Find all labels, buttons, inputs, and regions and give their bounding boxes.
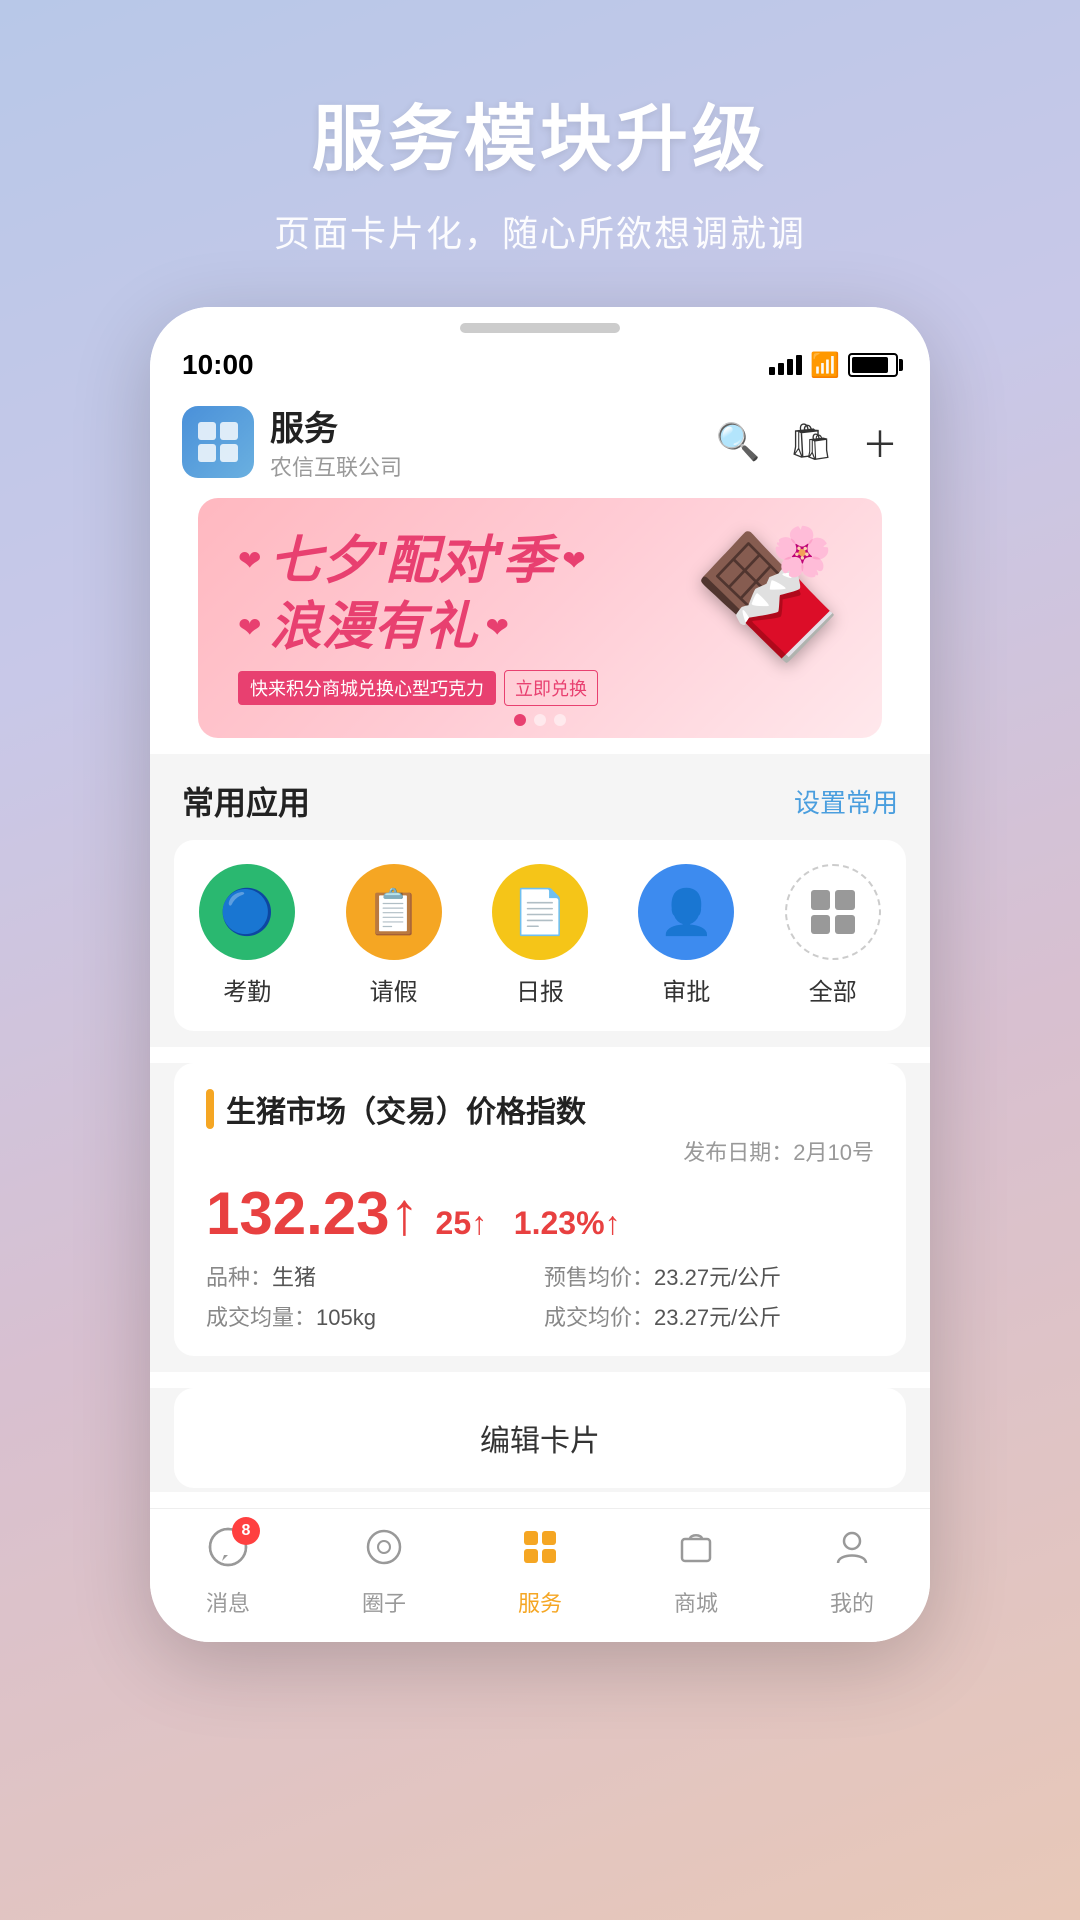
market-card: 生猪市场（交易）价格指数 发布日期：2月10号 132.23↑ 25↑ 1.23…: [174, 1063, 906, 1356]
phone-notch: [460, 323, 620, 333]
app-name: 服务: [270, 401, 402, 450]
daily-icon: 📄: [492, 864, 588, 960]
attendance-label: 考勤: [223, 972, 271, 1007]
search-icon[interactable]: 🔍: [715, 421, 760, 463]
status-icons: 📶: [769, 351, 898, 380]
banner-dot-3: [554, 714, 566, 726]
app-header: 服务 农信互联公司 🔍 🛍 ＋: [150, 389, 930, 498]
app-item-approval[interactable]: 👤 审批: [613, 864, 759, 1007]
nav-community[interactable]: 圈子: [306, 1525, 462, 1618]
promo-section: 服务模块升级 页面卡片化，随心所欲想调就调: [0, 0, 1080, 307]
price-pct: 1.23%↑: [514, 1205, 621, 1241]
market-title-row: 生猪市场（交易）价格指数: [206, 1087, 874, 1131]
app-item-all[interactable]: 全部: [760, 864, 906, 1007]
banner-dot-2: [534, 714, 546, 726]
profile-icon: [830, 1525, 874, 1580]
price-up-arrow: ↑: [390, 1180, 420, 1247]
battery-icon: [848, 353, 898, 377]
market-field-volume: 成交均量：105kg: [206, 1300, 536, 1332]
phone-notch-area: [150, 307, 930, 341]
apps-grid: 🔵 考勤 📋 请假 📄 日报 👤: [174, 840, 906, 1031]
app-logo-grid: [198, 422, 238, 462]
market-main-price: 132.23↑ 25↑ 1.23%↑: [206, 1179, 874, 1248]
status-bar: 10:00 📶: [150, 341, 930, 389]
market-title: 生猪市场（交易）价格指数: [226, 1087, 586, 1131]
market-field-presale: 预售均价：23.27元/公斤: [544, 1260, 874, 1292]
header-actions: 🔍 🛍 ＋: [715, 416, 898, 468]
app-logo: [182, 406, 254, 478]
app-item-leave[interactable]: 📋 请假: [320, 864, 466, 1007]
nav-community-label: 圈子: [362, 1586, 406, 1618]
nav-messages[interactable]: 8 消息: [150, 1525, 306, 1618]
price-value: 132.23: [206, 1180, 390, 1247]
nav-services[interactable]: 服务: [462, 1525, 618, 1618]
app-item-attendance[interactable]: 🔵 考勤: [174, 864, 320, 1007]
shop-icon: [674, 1525, 718, 1580]
edit-card-button[interactable]: 编辑卡片: [174, 1388, 906, 1488]
nav-profile[interactable]: 我的: [774, 1525, 930, 1618]
bottom-nav: 8 消息 圈子 服务: [150, 1508, 930, 1642]
signal-icon: [769, 355, 802, 375]
price-change-val: 25↑: [436, 1205, 488, 1241]
leave-icon: 📋: [346, 864, 442, 960]
messages-icon: 8: [206, 1525, 250, 1580]
app-logo-area: 服务 农信互联公司: [182, 401, 402, 482]
banner-text: ❤ 七夕'配对'季 ❤ ❤ 浪漫有礼 ❤ 快来积分商城兑换心型巧克力 立即兑换: [238, 530, 622, 707]
market-field-avgprice: 成交均价：23.27元/公斤: [544, 1300, 874, 1332]
nav-services-label: 服务: [518, 1586, 562, 1618]
all-label: 全部: [809, 972, 857, 1007]
add-icon[interactable]: ＋: [862, 416, 898, 468]
banner-sub: 快来积分商城兑换心型巧克力 立即兑换: [238, 670, 622, 706]
title-bar: [206, 1089, 214, 1129]
wifi-icon: 📶: [810, 351, 840, 380]
community-icon: [362, 1525, 406, 1580]
status-time: 10:00: [182, 349, 254, 381]
attendance-icon: 🔵: [199, 864, 295, 960]
price-change: 25↑ 1.23%↑: [436, 1205, 621, 1242]
banner[interactable]: ❤ 七夕'配对'季 ❤ ❤ 浪漫有礼 ❤ 快来积分商城兑换心型巧克力 立即兑换 …: [198, 498, 882, 738]
app-company: 农信互联公司: [270, 450, 402, 482]
set-common-action[interactable]: 设置常用: [794, 783, 898, 820]
grid-icon: [811, 890, 855, 934]
banner-dot-1: [514, 714, 526, 726]
services-icon: [518, 1525, 562, 1580]
banner-line2: 浪漫有礼: [269, 596, 477, 658]
nav-messages-label: 消息: [206, 1586, 250, 1618]
common-apps-title: 常用应用: [182, 778, 310, 824]
approval-label: 审批: [662, 972, 710, 1007]
nav-profile-label: 我的: [830, 1586, 874, 1618]
approval-icon: 👤: [638, 864, 734, 960]
banner-cta[interactable]: 立即兑换: [504, 670, 598, 706]
market-details: 品种：生猪 预售均价：23.27元/公斤 成交均量：105kg 成交均价：23.…: [206, 1260, 874, 1332]
banner-tag: 快来积分商城兑换心型巧克力: [238, 671, 496, 705]
daily-label: 日报: [516, 972, 564, 1007]
market-date: 发布日期：2月10号: [206, 1135, 874, 1167]
price-main: 132.23↑: [206, 1179, 420, 1248]
leave-label: 请假: [370, 972, 418, 1007]
app-item-daily[interactable]: 📄 日报: [467, 864, 613, 1007]
banner-dots: [514, 714, 566, 726]
messages-badge: 8: [232, 1517, 260, 1545]
banner-image: 🍫 🌸: [622, 518, 842, 718]
all-icon: [785, 864, 881, 960]
bag-icon[interactable]: 🛍: [788, 421, 834, 463]
phone-mockup: 10:00 📶: [150, 307, 930, 1642]
market-field-breed: 品种：生猪: [206, 1260, 536, 1292]
common-apps-header: 常用应用 设置常用: [150, 754, 930, 840]
banner-line1: 七夕'配对'季: [269, 530, 554, 592]
nav-shop-label: 商城: [674, 1586, 718, 1618]
app-name-area: 服务 农信互联公司: [270, 401, 402, 482]
promo-subtitle: 页面卡片化，随心所欲想调就调: [274, 205, 806, 257]
nav-shop[interactable]: 商城: [618, 1525, 774, 1618]
promo-title: 服务模块升级: [312, 80, 768, 185]
